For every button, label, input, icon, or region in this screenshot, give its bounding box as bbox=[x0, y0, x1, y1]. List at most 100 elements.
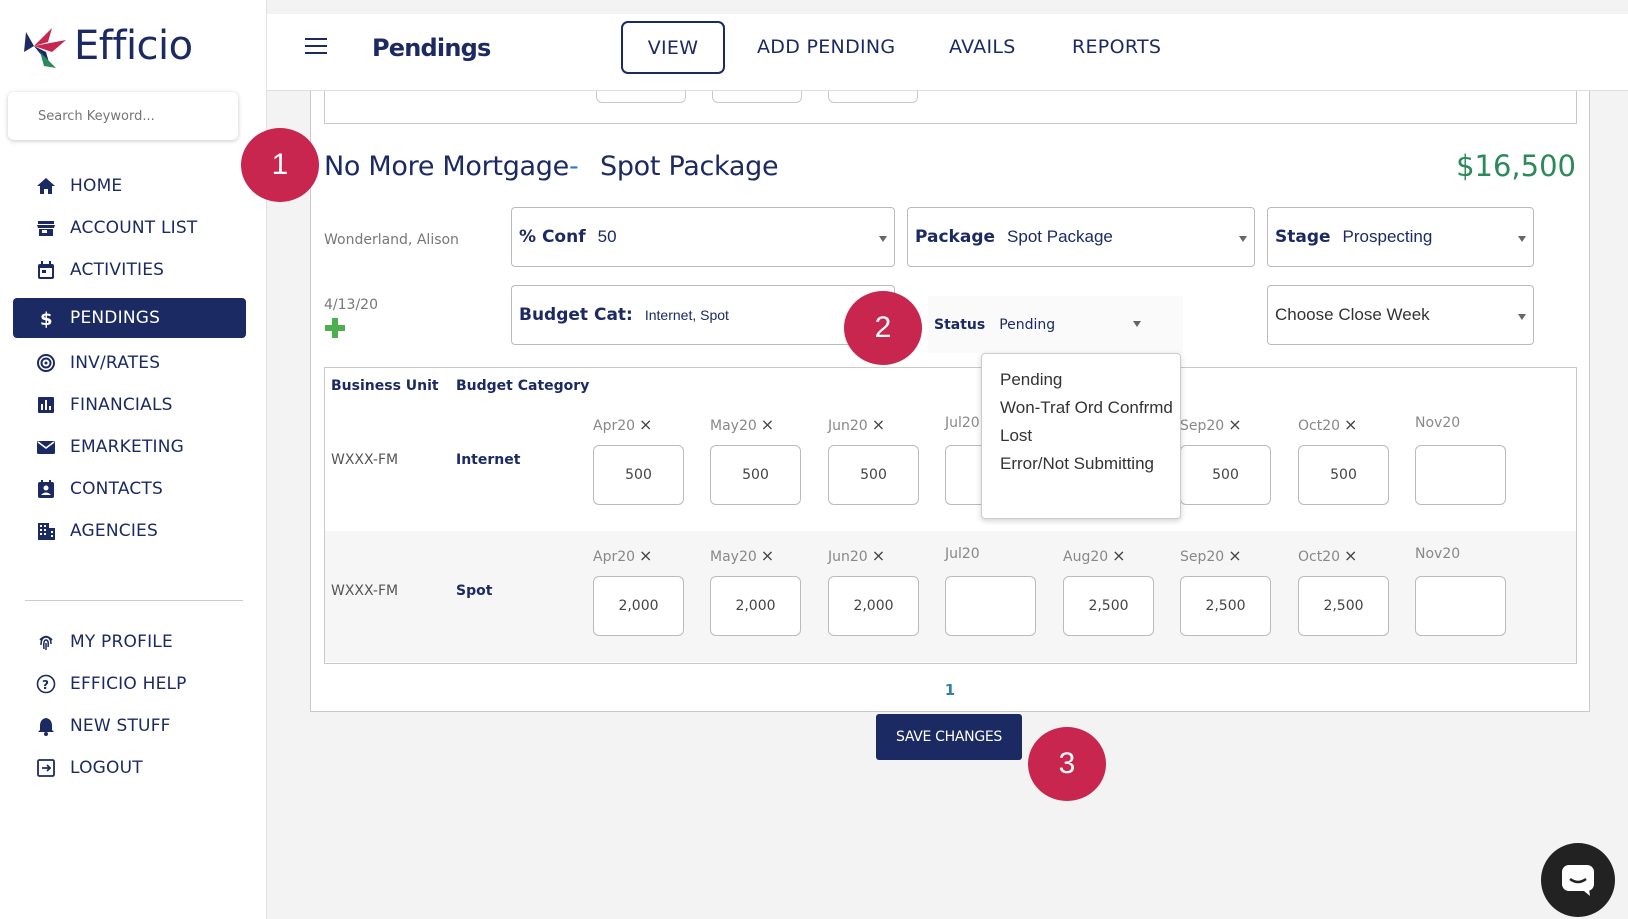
sidebar-item-my-profile[interactable]: MY PROFILE bbox=[13, 622, 246, 662]
previous-pending-block bbox=[324, 85, 1577, 124]
month-name: Sep20 bbox=[1180, 549, 1225, 565]
chat-button[interactable] bbox=[1541, 843, 1615, 917]
month-label: Jul20 bbox=[945, 415, 980, 431]
sidebar-item-account-list[interactable]: ACCOUNT LIST bbox=[13, 208, 246, 248]
status-option-pending[interactable]: Pending bbox=[1000, 368, 1180, 392]
sidebar-item-label: INV/RATES bbox=[70, 353, 161, 373]
save-changes-button[interactable]: SAVE CHANGES bbox=[876, 714, 1022, 760]
table-row: WXXX-FM Internet Apr20 × May20 × Jun20 × Ju… bbox=[325, 400, 1576, 531]
status-option-lost[interactable]: Lost bbox=[1000, 424, 1180, 448]
tab-reports[interactable]: REPORTS bbox=[1072, 36, 1161, 58]
sidebar-item-emarketing[interactable]: EMARKETING bbox=[13, 427, 246, 467]
close-icon[interactable]: × bbox=[761, 415, 774, 434]
month-label: Sep20 × bbox=[1180, 415, 1242, 434]
month-name: Oct20 bbox=[1298, 549, 1341, 565]
step-marker-2: 2 bbox=[844, 291, 922, 365]
close-icon[interactable]: × bbox=[872, 546, 885, 565]
sidebar-item-financials[interactable]: FINANCIALS bbox=[13, 385, 246, 425]
column-header-business-unit: Business Unit bbox=[331, 378, 439, 394]
sidebar-item-logout[interactable]: LOGOUT bbox=[13, 748, 246, 788]
month-name: May20 bbox=[710, 549, 757, 565]
conf-value: 50 bbox=[597, 227, 617, 246]
close-icon[interactable]: × bbox=[639, 546, 652, 565]
close-icon[interactable]: × bbox=[1228, 415, 1241, 434]
month-name: Jul20 bbox=[945, 546, 980, 562]
tab-view[interactable]: VIEW bbox=[621, 21, 725, 74]
chevron-down-icon bbox=[1518, 314, 1526, 320]
chevron-down-icon bbox=[1518, 236, 1526, 242]
budget-cell-input[interactable]: 500 bbox=[1298, 445, 1389, 505]
close-icon[interactable]: × bbox=[761, 546, 774, 565]
efficio-logo-icon bbox=[24, 28, 66, 68]
tab-avails[interactable]: AVAILS bbox=[949, 36, 1016, 58]
month-label: May20 × bbox=[710, 415, 774, 434]
budget-cell-input[interactable]: 2,000 bbox=[710, 576, 801, 636]
sidebar-item-contacts[interactable]: CONTACTS bbox=[13, 469, 246, 509]
sidebar-item-label: ACCOUNT LIST bbox=[70, 218, 198, 238]
search-input[interactable] bbox=[8, 92, 238, 140]
status-select[interactable]: Status Pending bbox=[928, 296, 1183, 353]
budget-cat-value: Internet, Spot bbox=[644, 307, 729, 323]
budget-cell-input[interactable]: 2,000 bbox=[593, 576, 684, 636]
budget-cell-input[interactable] bbox=[1415, 445, 1506, 505]
advertiser-name[interactable]: No More Mortgage bbox=[324, 151, 569, 182]
budget-cell-input[interactable]: 500 bbox=[710, 445, 801, 505]
close-icon[interactable]: × bbox=[1112, 546, 1125, 565]
sidebar-item-activities[interactable]: ACTIVITIES bbox=[13, 250, 246, 290]
pagination-page[interactable]: 1 bbox=[311, 681, 1589, 699]
sidebar-item-label: NEW STUFF bbox=[70, 716, 171, 736]
month-label: Aug20 × bbox=[1063, 546, 1126, 565]
column-header-budget-category: Budget Category bbox=[456, 378, 590, 394]
budget-category: Spot bbox=[456, 583, 493, 599]
pending-card: No More Mortgage - Spot Package $16,500 … bbox=[310, 85, 1590, 712]
sidebar-item-efficio-help[interactable]: ? EFFICIO HELP bbox=[13, 664, 246, 704]
menu-icon[interactable] bbox=[305, 38, 327, 56]
budget-cell-input[interactable]: 2,000 bbox=[828, 576, 919, 636]
month-name: Nov20 bbox=[1415, 546, 1461, 562]
month-label: Nov20 bbox=[1415, 546, 1460, 562]
home-icon bbox=[35, 175, 57, 197]
budget-cell-input[interactable]: 2,500 bbox=[1298, 576, 1389, 636]
business-unit: WXXX-FM bbox=[331, 583, 399, 599]
logo[interactable]: Efficio bbox=[22, 22, 193, 70]
sidebar-item-new-stuff[interactable]: NEW STUFF bbox=[13, 706, 246, 746]
sidebar-item-label: AGENCIES bbox=[70, 521, 158, 541]
status-dropdown-menu: Pending Won-Traf Ord Confrmd Lost Error/… bbox=[981, 353, 1181, 519]
close-week-select[interactable]: Choose Close Week bbox=[1267, 285, 1534, 345]
budget-cat-label: Budget Cat: bbox=[519, 305, 633, 325]
close-icon[interactable]: × bbox=[1344, 415, 1357, 434]
close-icon[interactable]: × bbox=[872, 415, 885, 434]
sidebar-item-agencies[interactable]: AGENCIES bbox=[13, 511, 246, 551]
close-icon[interactable]: × bbox=[1344, 546, 1357, 565]
pending-date: 4/13/20 bbox=[324, 297, 378, 313]
budget-cell-input[interactable]: 2,500 bbox=[1063, 576, 1154, 636]
budget-cell-input[interactable]: 500 bbox=[828, 445, 919, 505]
sidebar-item-inv-rates[interactable]: INV/RATES bbox=[13, 343, 246, 383]
status-option-won[interactable]: Won-Traf Ord Confrmd bbox=[1000, 396, 1180, 420]
budget-cat-select[interactable]: Budget Cat: Internet, Spot bbox=[511, 285, 895, 345]
budget-cell-input[interactable]: 500 bbox=[593, 445, 684, 505]
budget-cell-input[interactable]: 2,500 bbox=[1180, 576, 1271, 636]
conf-select[interactable]: % Conf 50 bbox=[511, 207, 895, 267]
budget-cell-input[interactable] bbox=[1415, 576, 1506, 636]
chevron-down-icon bbox=[879, 236, 887, 242]
close-icon[interactable]: × bbox=[639, 415, 652, 434]
sidebar-item-home[interactable]: HOME bbox=[13, 166, 246, 206]
sidebar-item-pendings[interactable]: $ PENDINGS bbox=[13, 298, 246, 338]
month-label: Oct20 × bbox=[1298, 415, 1357, 434]
contact-card-icon bbox=[35, 478, 57, 500]
tab-add-pending[interactable]: ADD PENDING bbox=[757, 36, 895, 58]
close-icon[interactable]: × bbox=[1228, 546, 1241, 565]
status-option-error[interactable]: Error/Not Submitting bbox=[1000, 452, 1180, 476]
month-label: Sep20 × bbox=[1180, 546, 1242, 565]
fingerprint-icon bbox=[35, 631, 57, 653]
budget-cell-input[interactable]: 500 bbox=[1180, 445, 1271, 505]
budget-cell-input[interactable] bbox=[945, 576, 1036, 636]
month-name: Oct20 bbox=[1298, 418, 1341, 434]
month-name: Aug20 bbox=[1063, 549, 1109, 565]
plus-icon[interactable] bbox=[324, 317, 346, 339]
package-label: Package bbox=[915, 227, 996, 247]
stage-select[interactable]: Stage Prospecting bbox=[1267, 207, 1534, 267]
sidebar-item-label: EMARKETING bbox=[70, 437, 185, 457]
package-select[interactable]: Package Spot Package bbox=[907, 207, 1255, 267]
